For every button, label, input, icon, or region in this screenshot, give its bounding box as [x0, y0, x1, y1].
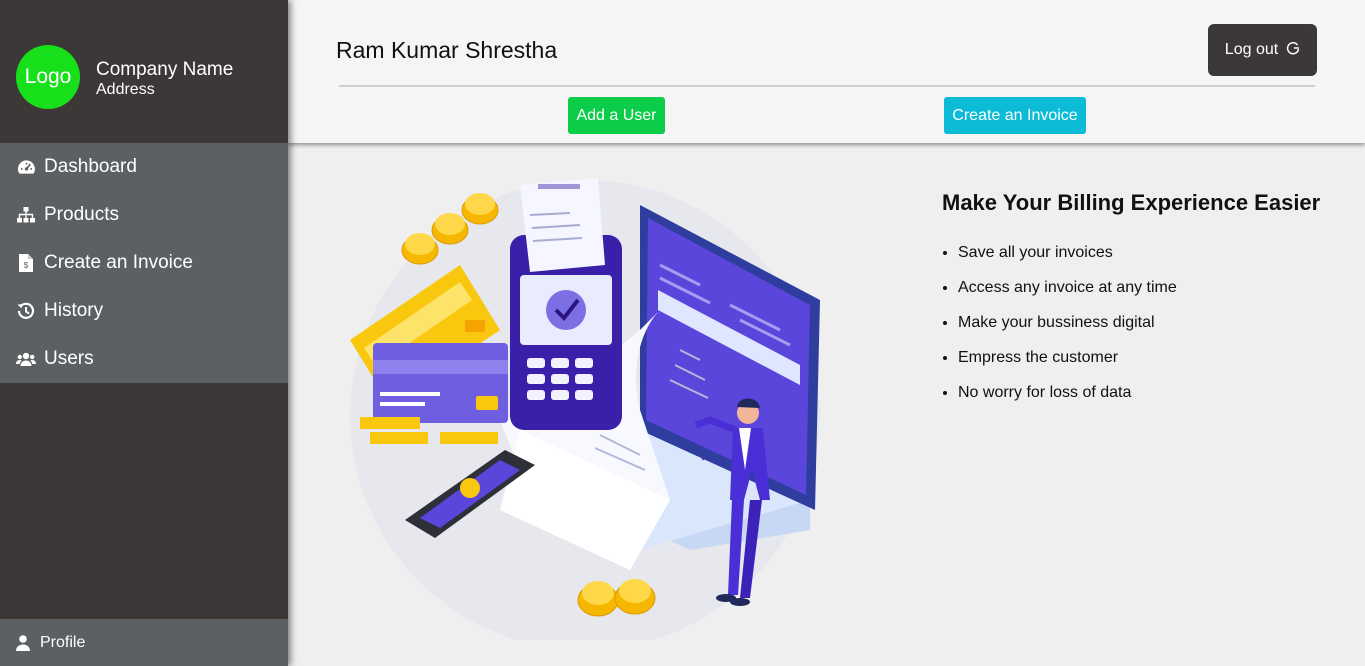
user-name: Ram Kumar Shrestha [336, 37, 558, 63]
sidebar-item-dashboard[interactable]: Dashboard [0, 143, 288, 191]
logout-icon [1286, 41, 1300, 60]
dashboard-icon [16, 157, 36, 177]
profile-button[interactable]: Profile [0, 619, 288, 666]
users-icon [16, 349, 36, 369]
billing-illustration [350, 178, 820, 640]
profile-label: Profile [40, 633, 86, 651]
svg-text:$: $ [24, 261, 29, 270]
sidebar-item-users[interactable]: Users [0, 335, 288, 383]
brand: Logo Company Name Address [0, 0, 288, 143]
sidebar-item-history[interactable]: History [0, 287, 288, 335]
list-item: Make your bussiness digital [958, 314, 1352, 349]
sidebar-item-label: Products [44, 204, 119, 225]
sidebar-item-products[interactable]: Products [0, 191, 288, 239]
feature-heading: Make Your Billing Experience Easier [942, 190, 1321, 215]
logout-button[interactable]: Log out [1208, 24, 1317, 76]
sidebar-item-create-invoice[interactable]: $ Create an Invoice [0, 239, 288, 287]
header-divider [339, 85, 1315, 87]
add-user-button[interactable]: Add a User [568, 97, 665, 134]
sidebar-item-label: Create an Invoice [44, 252, 193, 273]
list-item: No worry for loss of data [958, 384, 1352, 419]
company-address: Address [96, 81, 155, 98]
sidebar-menu: Dashboard Products $ Create an Invoice H… [0, 143, 288, 383]
user-icon [16, 634, 32, 651]
create-invoice-button[interactable]: Create an Invoice [944, 97, 1086, 134]
sidebar-item-label: Users [44, 348, 94, 369]
sitemap-icon [16, 205, 36, 225]
sidebar: Logo Company Name Address Dashboard Prod… [0, 0, 288, 666]
feature-list: Save all your invoices Access any invoic… [942, 244, 1352, 419]
list-item: Empress the customer [958, 349, 1352, 384]
logout-label: Log out [1224, 41, 1279, 58]
top-header: Ram Kumar Shrestha Log out Add a User Cr… [288, 0, 1365, 143]
company-name: Company Name [96, 59, 234, 80]
invoice-file-icon: $ [16, 253, 36, 273]
sidebar-item-label: Dashboard [44, 156, 137, 177]
feature-panel: Make Your Billing Experience Easier Save… [942, 190, 1352, 419]
list-item: Access any invoice at any time [958, 279, 1352, 314]
sidebar-item-label: History [44, 300, 104, 321]
list-item: Save all your invoices [958, 244, 1352, 279]
history-icon [16, 301, 36, 321]
company-logo: Logo [16, 45, 80, 109]
